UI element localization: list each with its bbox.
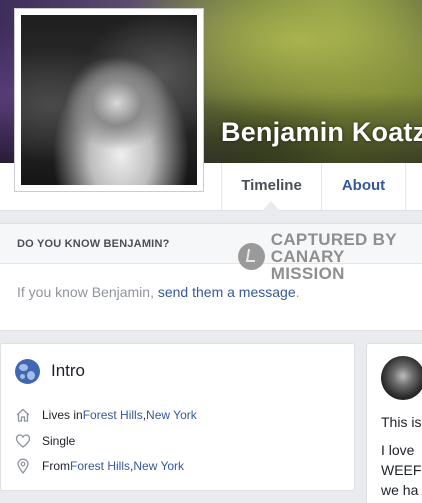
intro-card: Intro Lives in Forest Hills, New York Si… bbox=[0, 343, 355, 491]
watermark-line-2: CANARY MISSION bbox=[270, 247, 345, 283]
post-card: This is I love WEEF we ha bbox=[366, 343, 422, 503]
active-tab-indicator bbox=[262, 201, 280, 211]
relationship-status: Single bbox=[42, 434, 76, 448]
lives-prefix: Lives in bbox=[42, 408, 83, 422]
do-you-know-prefix: If you know Benjamin, bbox=[17, 284, 158, 300]
intro-lives-in: Lives in Forest Hills, New York bbox=[15, 406, 197, 424]
post-text-line-4: we ha bbox=[381, 482, 419, 498]
from-state-link[interactable]: New York bbox=[133, 459, 184, 473]
heart-icon bbox=[15, 434, 31, 448]
do-you-know-title: DO YOU KNOW BENJAMIN? bbox=[17, 238, 170, 250]
watermark-line-1: CAPTURED BY bbox=[270, 230, 397, 249]
send-message-link[interactable]: send them a message bbox=[158, 284, 296, 300]
profile-photo-image bbox=[21, 15, 197, 185]
canary-logo-icon bbox=[238, 243, 265, 270]
do-you-know-suffix: . bbox=[295, 284, 300, 300]
do-you-know-body: If you know Benjamin, send them a messag… bbox=[17, 284, 300, 300]
home-icon bbox=[16, 408, 30, 422]
post-text-line-3: WEEF bbox=[381, 462, 422, 478]
post-text-line-1: This is bbox=[381, 414, 422, 430]
intro-title: Intro bbox=[51, 361, 86, 380]
watermark-text: CAPTURED BY CANARY MISSION bbox=[271, 231, 422, 282]
post-author-avatar[interactable] bbox=[381, 356, 422, 400]
profile-name[interactable]: Benjamin Koatz bbox=[221, 117, 422, 148]
location-pin-icon bbox=[17, 458, 29, 474]
canary-mission-watermark: CAPTURED BY CANARY MISSION bbox=[238, 231, 422, 282]
globe-icon bbox=[15, 359, 40, 384]
from-city-link[interactable]: Forest Hills bbox=[70, 459, 130, 473]
lives-city-link[interactable]: Forest Hills bbox=[83, 408, 143, 422]
post-text-line-2: I love bbox=[381, 442, 415, 458]
profile-picture[interactable] bbox=[14, 8, 204, 192]
intro-from: From Forest Hills, New York bbox=[15, 457, 184, 475]
tab-about[interactable]: About bbox=[321, 163, 406, 210]
from-prefix: From bbox=[42, 459, 70, 473]
lives-state-link[interactable]: New York bbox=[146, 408, 197, 422]
intro-relationship: Single bbox=[15, 432, 75, 450]
